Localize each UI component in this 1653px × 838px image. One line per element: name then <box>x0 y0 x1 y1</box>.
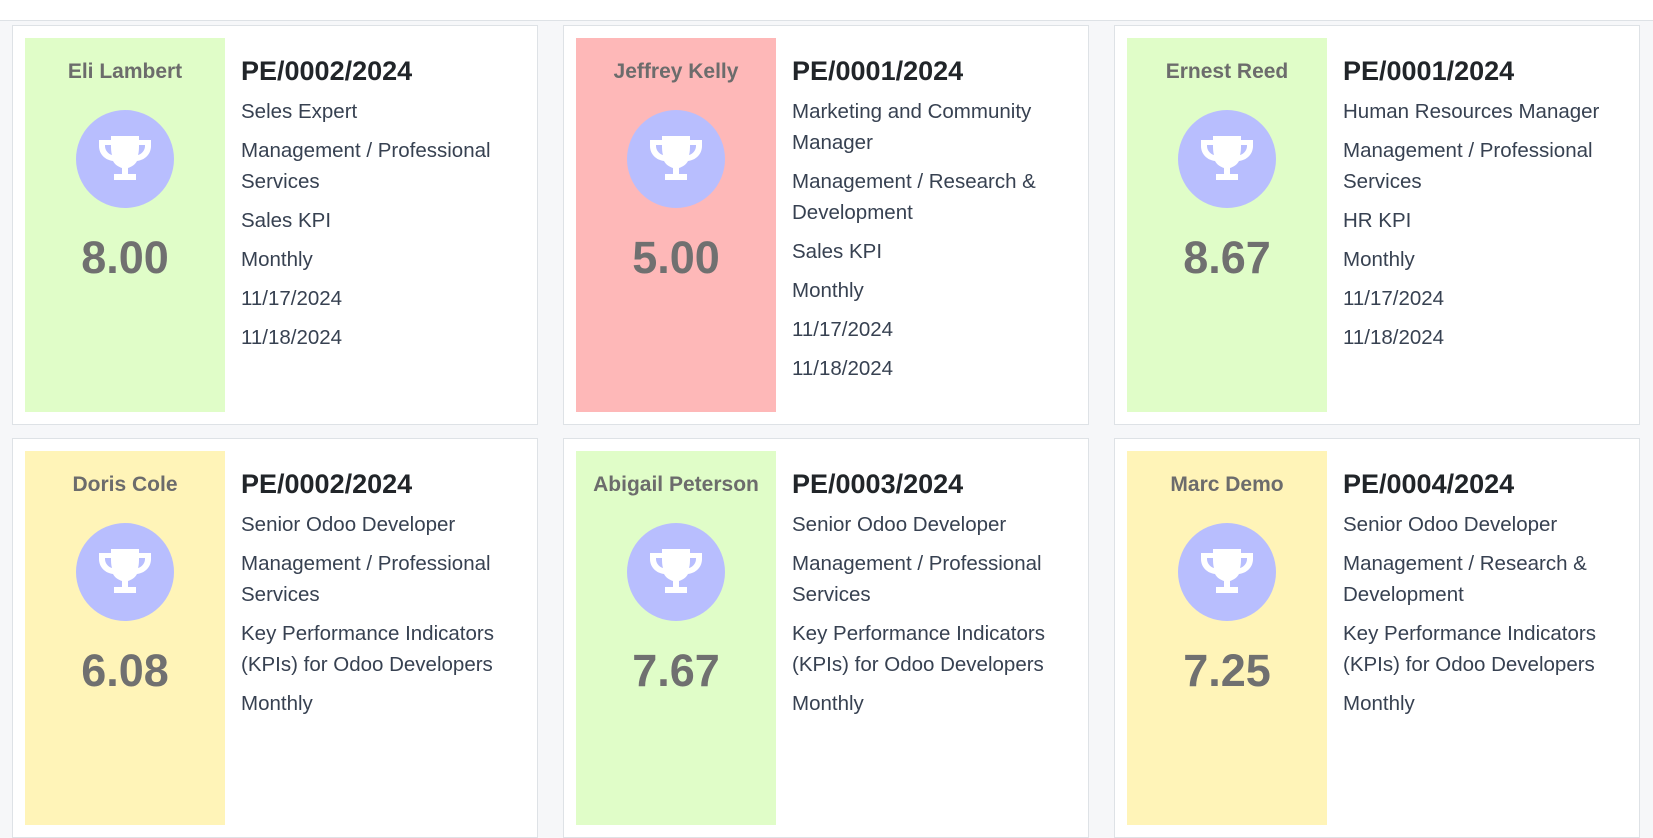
score-value: 8.00 <box>81 232 169 283</box>
frequency: Monthly <box>792 692 864 715</box>
score-panel: Jeffrey Kelly 5.00 <box>576 38 776 412</box>
employee-name: Doris Cole <box>72 473 178 496</box>
trophy-icon <box>627 523 725 621</box>
trophy-icon <box>1178 110 1276 208</box>
kpi-template: HR KPI <box>1343 209 1412 232</box>
end-date: 11/18/2024 <box>241 326 343 349</box>
department: Management / Professional Services <box>792 552 1042 606</box>
score-value: 8.67 <box>1183 232 1271 283</box>
employee-name: Ernest Reed <box>1165 60 1289 83</box>
department: Management / Professional Services <box>241 139 491 193</box>
card-details: PE/0002/2024 Seles Expert Management / P… <box>241 38 525 412</box>
start-date: 11/17/2024 <box>241 287 343 310</box>
appraisal-reference: PE/0002/2024 <box>241 56 413 86</box>
job-position: Senior Odoo Developer <box>241 513 456 536</box>
card-details: PE/0003/2024 Senior Odoo Developer Manag… <box>792 451 1076 825</box>
job-position: Seles Expert <box>241 100 358 123</box>
score-value: 6.08 <box>81 645 169 696</box>
score-panel: Eli Lambert 8.00 <box>25 38 225 412</box>
frequency: Monthly <box>1343 692 1415 715</box>
department: Management / Professional Services <box>1343 139 1593 193</box>
appraisal-card[interactable]: Jeffrey Kelly 5.00 PE/0001/2024 Marketin… <box>563 25 1089 425</box>
score-panel: Doris Cole 6.08 <box>25 451 225 825</box>
appraisal-reference: PE/0002/2024 <box>241 469 413 499</box>
frequency: Monthly <box>792 279 864 302</box>
job-position: Human Resources Manager <box>1343 100 1600 123</box>
trophy-icon <box>76 523 174 621</box>
appraisal-reference: PE/0004/2024 <box>1343 469 1515 499</box>
kpi-template: Key Performance Indicators (KPIs) for Od… <box>241 622 494 676</box>
kpi-template: Sales KPI <box>241 209 332 232</box>
score-value: 7.67 <box>632 645 720 696</box>
employee-name: Abigail Peterson <box>593 473 759 496</box>
score-panel: Ernest Reed 8.67 <box>1127 38 1327 412</box>
job-position: Senior Odoo Developer <box>1343 513 1558 536</box>
appraisal-reference: PE/0001/2024 <box>792 56 964 86</box>
appraisal-card[interactable]: Marc Demo 7.25 PE/0004/2024 Senior Odoo … <box>1114 438 1640 838</box>
department: Management / Research & Development <box>1343 552 1587 606</box>
score-value: 5.00 <box>632 232 720 283</box>
department: Management / Professional Services <box>241 552 491 606</box>
kpi-template: Key Performance Indicators (KPIs) for Od… <box>1343 622 1596 676</box>
appraisal-card[interactable]: Eli Lambert 8.00 PE/0002/2024 Seles Expe… <box>12 25 538 425</box>
appraisal-card[interactable]: Doris Cole 6.08 PE/0002/2024 Senior Odoo… <box>12 438 538 838</box>
employee-name: Marc Demo <box>1170 473 1284 496</box>
trophy-icon <box>76 110 174 208</box>
appraisal-card[interactable]: Abigail Peterson 7.67 PE/0003/2024 Senio… <box>563 438 1089 838</box>
frequency: Monthly <box>241 692 313 715</box>
score-panel: Marc Demo 7.25 <box>1127 451 1327 825</box>
trophy-icon <box>627 110 725 208</box>
score-value: 7.25 <box>1183 645 1271 696</box>
card-details: PE/0001/2024 Marketing and Community Man… <box>792 38 1076 412</box>
job-position: Marketing and Community Manager <box>792 100 1032 154</box>
appraisal-card[interactable]: Ernest Reed 8.67 PE/0001/2024 Human Reso… <box>1114 25 1640 425</box>
end-date: 11/18/2024 <box>1343 326 1445 349</box>
frequency: Monthly <box>1343 248 1415 271</box>
kanban-grid: Eli Lambert 8.00 PE/0002/2024 Seles Expe… <box>12 25 1653 838</box>
department: Management / Research & Development <box>792 170 1036 224</box>
card-details: PE/0001/2024 Human Resources Manager Man… <box>1343 38 1627 412</box>
score-panel: Abigail Peterson 7.67 <box>576 451 776 825</box>
kpi-template: Sales KPI <box>792 240 883 263</box>
card-details: PE/0002/2024 Senior Odoo Developer Manag… <box>241 451 525 825</box>
start-date: 11/17/2024 <box>1343 287 1445 310</box>
job-position: Senior Odoo Developer <box>792 513 1007 536</box>
employee-name: Eli Lambert <box>67 60 183 83</box>
kpi-template: Key Performance Indicators (KPIs) for Od… <box>792 622 1045 676</box>
top-bar <box>0 0 1653 21</box>
appraisal-reference: PE/0003/2024 <box>792 469 964 499</box>
start-date: 11/17/2024 <box>792 318 894 341</box>
card-details: PE/0004/2024 Senior Odoo Developer Manag… <box>1343 451 1627 825</box>
frequency: Monthly <box>241 248 313 271</box>
appraisal-reference: PE/0001/2024 <box>1343 56 1515 86</box>
employee-name: Jeffrey Kelly <box>613 60 739 83</box>
trophy-icon <box>1178 523 1276 621</box>
end-date: 11/18/2024 <box>792 357 894 380</box>
